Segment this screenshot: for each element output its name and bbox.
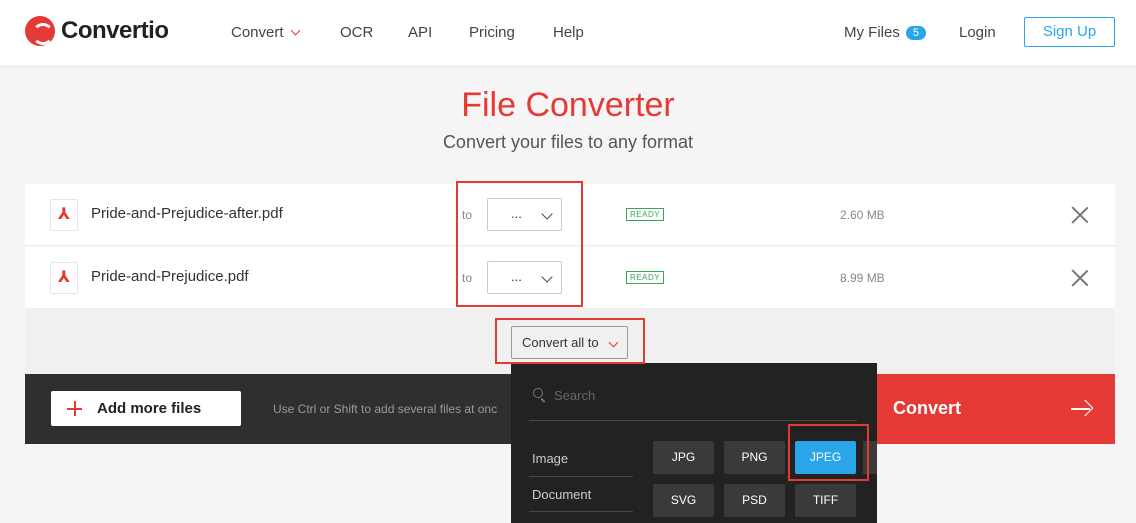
format-option-png[interactable]: PNG bbox=[724, 441, 785, 474]
file-size: 2.60 MB bbox=[840, 208, 885, 222]
convertio-logo[interactable]: Convertio bbox=[25, 16, 169, 46]
category-image[interactable]: Image bbox=[532, 451, 568, 466]
highlight-jpeg-option bbox=[788, 424, 869, 481]
file-size: 8.99 MB bbox=[840, 271, 885, 285]
highlight-format-selects bbox=[456, 181, 583, 307]
arrow-right-icon bbox=[1071, 400, 1091, 418]
format-option-jpg[interactable]: JPG bbox=[653, 441, 714, 474]
logo-icon bbox=[25, 16, 55, 46]
category-document[interactable]: Document bbox=[532, 487, 591, 502]
nav-convert-label: Convert bbox=[231, 24, 284, 41]
signup-button[interactable]: Sign Up bbox=[1024, 17, 1115, 47]
nav-pricing[interactable]: Pricing bbox=[469, 24, 515, 41]
nav-api[interactable]: API bbox=[408, 24, 432, 41]
add-more-label: Add more files bbox=[97, 400, 202, 417]
file-count-badge: 5 bbox=[905, 26, 926, 40]
status-badge: READY bbox=[626, 271, 665, 284]
nav-convert[interactable]: Convert bbox=[231, 24, 300, 41]
my-files-label: My Files bbox=[844, 24, 900, 41]
close-icon[interactable] bbox=[1071, 269, 1089, 287]
nav-ocr[interactable]: OCR bbox=[340, 24, 373, 41]
multi-select-hint: Use Ctrl or Shift to add several files a… bbox=[273, 402, 498, 416]
format-option-tiff[interactable]: TIFF bbox=[795, 484, 856, 517]
convert-label: Convert bbox=[893, 398, 962, 418]
add-more-files-button[interactable]: Add more files bbox=[51, 391, 241, 426]
format-option-psd[interactable]: PSD bbox=[724, 484, 785, 517]
nav-help[interactable]: Help bbox=[553, 24, 584, 41]
plus-icon bbox=[67, 401, 82, 416]
divider bbox=[529, 511, 633, 512]
page-subtitle: Convert your files to any format bbox=[442, 132, 694, 152]
login-link[interactable]: Login bbox=[959, 24, 996, 41]
status-badge: READY bbox=[626, 208, 665, 221]
file-name: Pride-and-Prejudice-after.pdf bbox=[91, 205, 283, 222]
search-placeholder: Search bbox=[554, 388, 596, 403]
search-icon bbox=[533, 388, 543, 398]
highlight-convert-all bbox=[495, 318, 645, 364]
brand-name: Convertio bbox=[61, 17, 169, 44]
format-search-input[interactable]: Search bbox=[529, 383, 857, 421]
top-navbar: Convertio Convert OCR API Pricing Help M… bbox=[0, 0, 1136, 67]
pdf-file-icon: ⅄ bbox=[50, 262, 78, 294]
convert-button[interactable]: Convert bbox=[877, 374, 1115, 444]
page-title: File Converter bbox=[461, 86, 675, 124]
close-icon[interactable] bbox=[1071, 206, 1089, 224]
file-name: Pride-and-Prejudice.pdf bbox=[91, 268, 249, 285]
format-option-svg[interactable]: SVG bbox=[653, 484, 714, 517]
pdf-file-icon: ⅄ bbox=[50, 199, 78, 231]
chevron-down-icon bbox=[290, 25, 300, 36]
my-files-link[interactable]: My Files 5 bbox=[844, 24, 926, 41]
divider bbox=[529, 476, 633, 477]
